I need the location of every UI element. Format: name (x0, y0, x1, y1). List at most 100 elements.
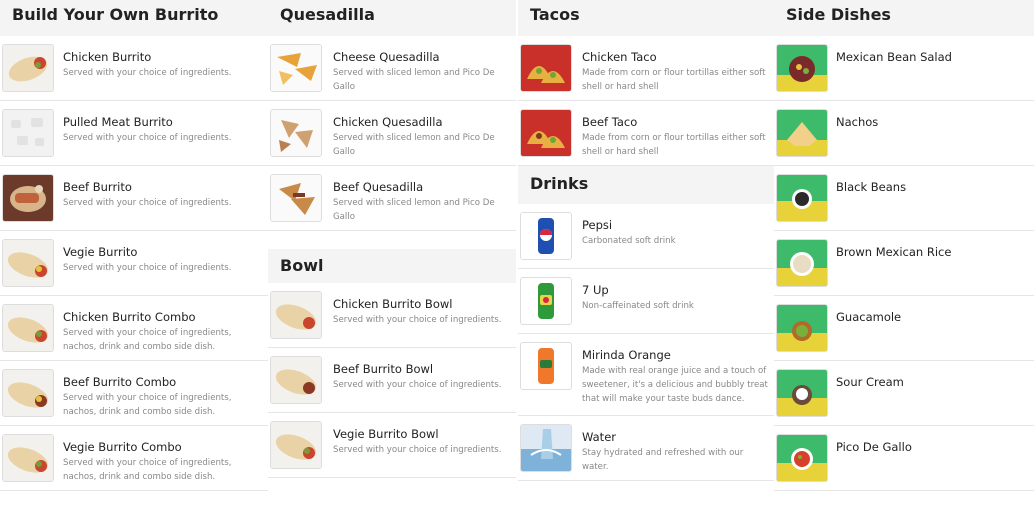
side-dishes-column: Side Dishes Mexican Bean Salad Nachos Bl… (774, 0, 1034, 491)
side-dish-photo-icon (776, 304, 828, 352)
item-description: Served with your choice of ingredients, … (63, 328, 232, 352)
menu-item[interactable]: Sour Cream (774, 361, 1034, 426)
burrito-photo-icon (270, 421, 322, 469)
menu-item[interactable]: Cheese Quesadilla Served with sliced lem… (268, 36, 516, 101)
burrito-photo-icon (2, 44, 54, 92)
item-name: Beef Burrito (63, 180, 132, 194)
section-title: Drinks (518, 166, 774, 204)
item-description: Served with your choice of ingredients. (333, 380, 502, 390)
menu-item[interactable]: Beef Burrito Combo Served with your choi… (0, 361, 268, 426)
item-name: Cheese Quesadilla (333, 50, 440, 64)
menu-item[interactable]: Beef Taco Made from corn or flour tortil… (518, 101, 774, 166)
menu-item[interactable]: Pepsi Carbonated soft drink (518, 204, 774, 269)
menu-item[interactable]: Pulled Meat Burrito Served with your cho… (0, 101, 268, 166)
section-title: Side Dishes (774, 0, 1034, 36)
item-name: Vegie Burrito (63, 245, 138, 259)
burrito-photo-icon (270, 356, 322, 404)
menu-item[interactable]: Chicken Burrito Served with your choice … (0, 36, 268, 101)
item-name: Black Beans (836, 180, 907, 194)
pepsi-can-photo-icon (520, 212, 572, 260)
item-description: Made with real orange juice and a touch … (582, 366, 768, 404)
menu-item[interactable]: Pico De Gallo (774, 426, 1034, 491)
item-description: Served with your choice of ingredients. (63, 133, 232, 143)
item-description: Served with your choice of ingredients. (333, 315, 502, 325)
item-description: Served with your choice of ingredients, … (63, 458, 232, 482)
taco-photo-icon (520, 44, 572, 92)
item-description: Served with your choice of ingredients. (63, 263, 232, 273)
side-dish-photo-icon (776, 434, 828, 482)
menu-item[interactable]: Vegie Burrito Bowl Served with your choi… (268, 413, 516, 478)
menu-item[interactable]: Chicken Quesadilla Served with sliced le… (268, 101, 516, 166)
burrito-photo-icon (2, 304, 54, 352)
item-description: Served with your choice of ingredients, … (63, 393, 232, 417)
burrito-column: Build Your Own Burrito Chicken Burrito S… (0, 0, 268, 491)
side-dish-photo-icon (776, 174, 828, 222)
quesadilla-photo-icon (270, 174, 322, 222)
menu-item[interactable]: Vegie Burrito Served with your choice of… (0, 231, 268, 296)
quesadilla-photo-icon (270, 109, 322, 157)
item-description: Served with your choice of ingredients. (63, 198, 232, 208)
item-description: Made from corn or flour tortillas either… (582, 133, 766, 157)
burrito-photo-icon (2, 239, 54, 287)
item-description: Non-caffeinated soft drink (582, 301, 694, 311)
tacos-column: Tacos Chicken Taco Made from corn or flo… (518, 0, 774, 481)
item-name: Pico De Gallo (836, 440, 912, 454)
item-name: Pepsi (582, 218, 613, 232)
menu-item[interactable]: Chicken Burrito Bowl Served with your ch… (268, 283, 516, 348)
section-title: Quesadilla (268, 0, 516, 36)
item-name: Vegie Burrito Combo (63, 440, 182, 454)
item-name: Beef Burrito Bowl (333, 362, 434, 376)
menu-item[interactable]: Guacamole (774, 296, 1034, 361)
quesadilla-photo-icon (270, 44, 322, 92)
item-name: Vegie Burrito Bowl (333, 427, 439, 441)
item-name: Mexican Bean Salad (836, 50, 952, 64)
item-description: Served with sliced lemon and Pico De Gal… (333, 133, 495, 157)
menu-item[interactable]: Beef Burrito Served with your choice of … (0, 166, 268, 231)
menu-item[interactable]: Mexican Bean Salad (774, 36, 1034, 101)
menu-item[interactable]: Black Beans (774, 166, 1034, 231)
7up-can-photo-icon (520, 277, 572, 325)
menu-item[interactable]: 7 Up Non-caffeinated soft drink (518, 269, 774, 334)
taco-photo-icon (520, 109, 572, 157)
side-dish-photo-icon (776, 109, 828, 157)
section-title: Bowl (268, 249, 516, 283)
side-dish-photo-icon (776, 239, 828, 287)
item-name: Mirinda Orange (582, 348, 671, 362)
item-name: Sour Cream (836, 375, 904, 389)
menu-item[interactable]: Brown Mexican Rice (774, 231, 1034, 296)
item-name: Chicken Taco (582, 50, 657, 64)
menu-item[interactable]: Chicken Burrito Combo Served with your c… (0, 296, 268, 361)
item-description: Served with sliced lemon and Pico De Gal… (333, 198, 495, 222)
menu-item[interactable]: Beef Quesadilla Served with sliced lemon… (268, 166, 516, 231)
item-name: Nachos (836, 115, 879, 129)
section-title: Build Your Own Burrito (0, 0, 268, 36)
burrito-photo-icon (2, 434, 54, 482)
mirinda-can-photo-icon (520, 342, 572, 390)
menu-item[interactable]: Mirinda Orange Made with real orange jui… (518, 334, 774, 416)
item-name: Pulled Meat Burrito (63, 115, 173, 129)
menu-item[interactable]: Nachos (774, 101, 1034, 166)
item-name: Guacamole (836, 310, 902, 324)
menu-item[interactable]: Vegie Burrito Combo Served with your cho… (0, 426, 268, 491)
item-name: Brown Mexican Rice (836, 245, 952, 259)
item-name: Chicken Quesadilla (333, 115, 443, 129)
item-name: Beef Burrito Combo (63, 375, 177, 389)
menu-item[interactable]: Beef Burrito Bowl Served with your choic… (268, 348, 516, 413)
menu-item[interactable]: Chicken Taco Made from corn or flour tor… (518, 36, 774, 101)
section-title: Tacos (518, 0, 774, 36)
menu-item[interactable]: Water Stay hydrated and refreshed with o… (518, 416, 774, 481)
side-dish-photo-icon (776, 369, 828, 417)
quesadilla-column: Quesadilla Cheese Quesadilla Served with… (268, 0, 516, 478)
item-name: 7 Up (582, 283, 609, 297)
item-name: Chicken Burrito Combo (63, 310, 196, 324)
item-name: Chicken Burrito Bowl (333, 297, 453, 311)
item-description: Served with sliced lemon and Pico De Gal… (333, 68, 495, 92)
item-name: Water (582, 430, 616, 444)
item-description: Made from corn or flour tortillas either… (582, 68, 766, 92)
item-description: Served with your choice of ingredients. (63, 68, 232, 78)
item-description: Stay hydrated and refreshed with our wat… (582, 448, 744, 472)
item-name: Beef Quesadilla (333, 180, 424, 194)
placeholder-photo-icon (2, 109, 54, 157)
side-dish-photo-icon (776, 44, 828, 92)
burrito-plate-photo-icon (2, 174, 54, 222)
